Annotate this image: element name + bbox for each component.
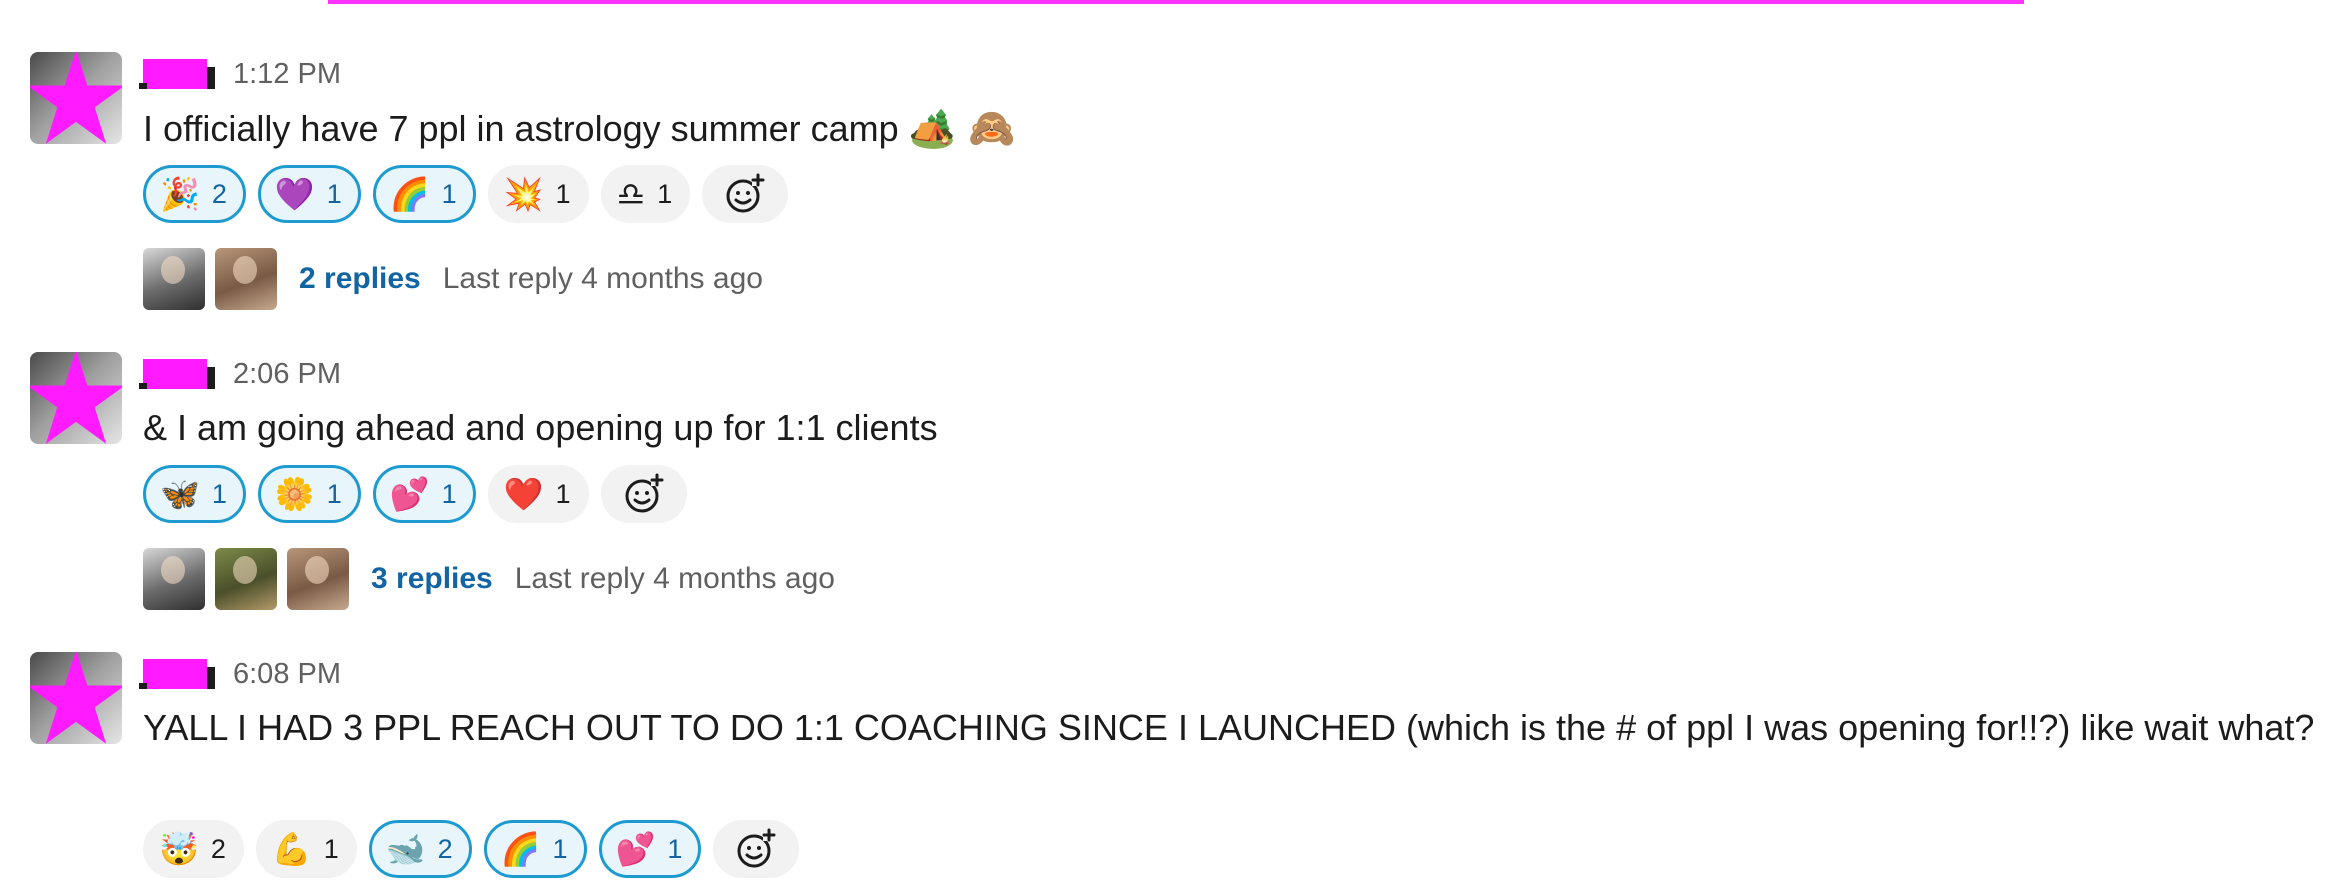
reaction-pill[interactable]: 💥 1	[487, 165, 589, 223]
top-divider	[328, 0, 2024, 4]
reaction-pill[interactable]: ❤️ 1	[487, 465, 589, 523]
reaction-pill[interactable]: 🎉 2	[143, 165, 246, 223]
reaction-count: 1	[555, 478, 571, 509]
avatar[interactable]	[30, 52, 122, 144]
reaction-pill[interactable]: 🐋 2	[368, 820, 472, 878]
add-reaction-icon	[726, 173, 765, 213]
reaction-pill[interactable]: 🌈 1	[483, 820, 587, 878]
reaction-count: 1	[441, 478, 457, 509]
thread-summary[interactable]: 3 replies Last reply 4 months ago	[143, 548, 835, 610]
reaction-count: 1	[326, 478, 342, 509]
star-icon	[30, 652, 122, 744]
message-text: I officially have 7 ppl in astrology sum…	[143, 100, 1015, 157]
reaction-pill[interactable]: 💕 1	[598, 820, 702, 878]
reaction-bar: 🦋 1 🌼 1 💕 1 ❤️ 1	[143, 465, 687, 529]
libra-icon: ♎	[616, 175, 646, 213]
message-body: YALL I HAD 3 PPL REACH OUT TO DO 1:1 COA…	[143, 707, 2315, 748]
reaction-pill[interactable]: 🌈 1	[372, 165, 476, 223]
replier-avatar	[143, 248, 205, 310]
reaction-count: 2	[437, 833, 453, 864]
message-emojis: 🏕️ 🙈	[908, 106, 1016, 150]
party-popper-icon: 🎉	[160, 175, 200, 213]
red-heart-icon: ❤️	[503, 475, 544, 513]
avatar[interactable]	[30, 352, 122, 444]
reaction-count: 2	[211, 178, 227, 209]
replier-avatar	[143, 548, 205, 610]
message-body: & I am going ahead and opening up for 1:…	[143, 407, 938, 448]
rainbow-icon: 🌈	[500, 830, 541, 868]
thread-replies-link[interactable]: 3 replies	[371, 562, 493, 596]
message-header: 6:08 PM	[139, 656, 341, 692]
author-name-redacted[interactable]	[139, 359, 215, 389]
exploding-head-icon: 🤯	[159, 830, 199, 868]
add-reaction-button[interactable]	[702, 165, 789, 223]
reaction-bar: 🎉 2 💜 1 🌈 1 💥 1 ♎ 1	[143, 165, 789, 229]
reaction-count: 1	[323, 833, 339, 864]
flexed-biceps-icon: 💪	[271, 830, 312, 868]
message-body: I officially have 7 ppl in astrology sum…	[143, 108, 899, 149]
add-reaction-icon	[737, 828, 776, 868]
reaction-count: 1	[552, 833, 568, 864]
rainbow-icon: 🌈	[389, 175, 430, 213]
timestamp[interactable]: 6:08 PM	[233, 658, 341, 691]
reaction-pill[interactable]: 🤯 2	[143, 820, 244, 878]
two-hearts-icon: 💕	[615, 830, 656, 868]
reaction-count: 1	[326, 178, 342, 209]
reaction-count: 1	[657, 178, 673, 209]
add-reaction-button[interactable]	[600, 465, 687, 523]
reaction-count: 1	[441, 178, 457, 209]
thread-replies-link[interactable]: 2 replies	[299, 262, 421, 296]
message-header: 1:12 PM	[139, 56, 341, 92]
reaction-pill[interactable]: ♎ 1	[600, 165, 691, 223]
timestamp[interactable]: 2:06 PM	[233, 358, 341, 391]
timestamp[interactable]: 1:12 PM	[233, 58, 341, 91]
thread-summary[interactable]: 2 replies Last reply 4 months ago	[143, 248, 763, 310]
star-icon	[30, 52, 122, 144]
avatar[interactable]	[30, 652, 122, 744]
reaction-count: 1	[555, 178, 571, 209]
reaction-pill[interactable]: 💕 1	[372, 465, 476, 523]
author-name-redacted[interactable]	[139, 659, 215, 689]
replier-avatar	[215, 548, 277, 610]
replier-avatar	[215, 248, 277, 310]
add-reaction-icon	[625, 473, 663, 513]
star-icon	[30, 352, 122, 444]
reaction-bar: 🤯 2 💪 1 🐋 2 🌈 1 💕 1	[143, 820, 800, 884]
reaction-count: 2	[210, 833, 226, 864]
collision-icon: 💥	[503, 175, 544, 213]
reaction-pill[interactable]: 🦋 1	[143, 465, 246, 523]
add-reaction-button[interactable]	[713, 820, 800, 878]
message-text: YALL I HAD 3 PPL REACH OUT TO DO 1:1 COA…	[143, 700, 2323, 756]
last-reply-time: Last reply 4 months ago	[442, 262, 763, 295]
reaction-count: 1	[211, 478, 227, 509]
reaction-count: 1	[667, 833, 683, 864]
two-hearts-icon: 💕	[389, 475, 430, 513]
replier-avatar	[287, 548, 349, 610]
last-reply-time: Last reply 4 months ago	[514, 562, 835, 595]
author-name-redacted[interactable]	[139, 59, 215, 89]
message-text: & I am going ahead and opening up for 1:…	[143, 400, 938, 456]
butterfly-icon: 🦋	[160, 475, 200, 513]
purple-heart-icon: 💜	[274, 175, 315, 213]
reaction-pill[interactable]: 💜 1	[257, 165, 361, 223]
reaction-pill[interactable]: 💪 1	[255, 820, 357, 878]
message-header: 2:06 PM	[139, 356, 341, 392]
whale-icon: 🐋	[385, 830, 426, 868]
blossom-icon: 🌼	[274, 475, 315, 513]
reaction-pill[interactable]: 🌼 1	[257, 465, 361, 523]
